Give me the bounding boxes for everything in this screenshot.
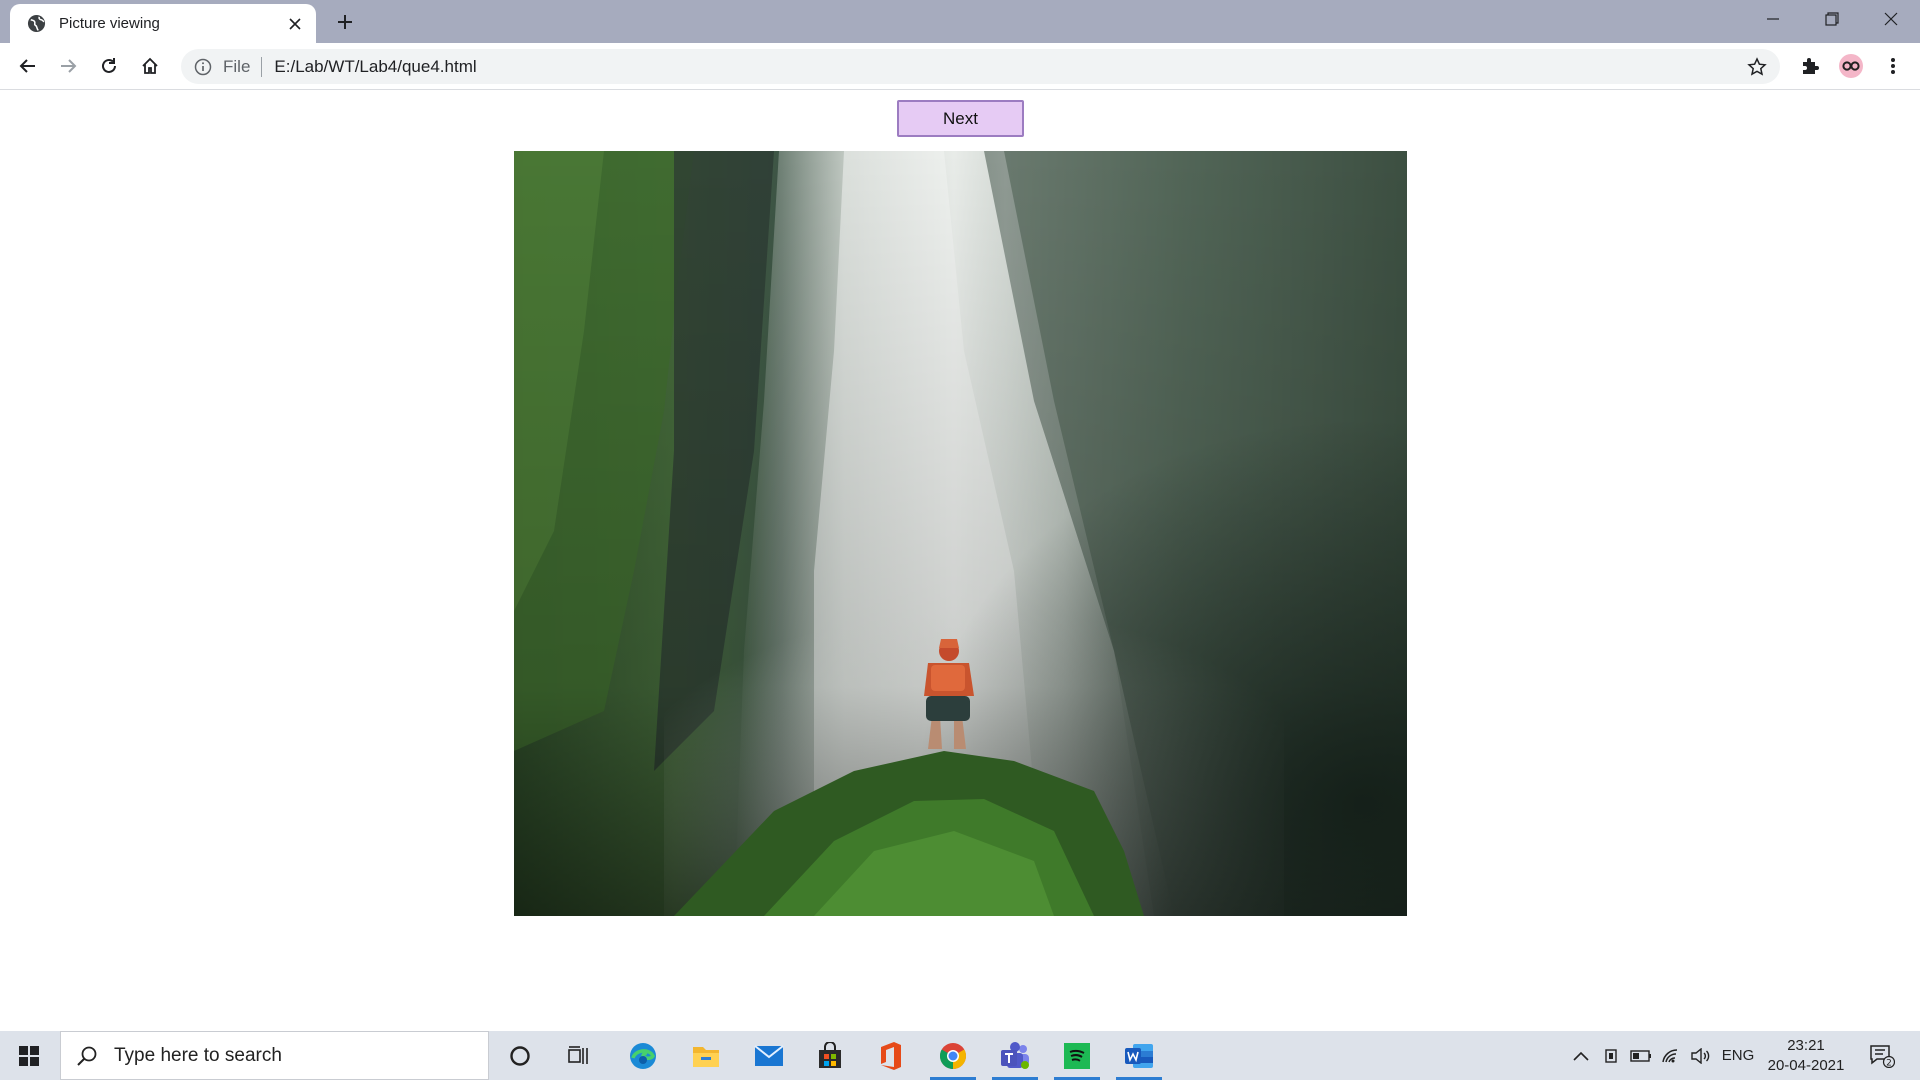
word-app[interactable] — [1110, 1031, 1168, 1080]
store-app[interactable] — [801, 1031, 859, 1080]
clock-date: 20-04-2021 — [1767, 1057, 1845, 1074]
notification-count: 2 — [1886, 1058, 1892, 1068]
home-icon — [142, 57, 158, 74]
arrow-left-icon — [19, 59, 35, 73]
scheme-chip: File — [223, 56, 251, 76]
wifi-icon — [1662, 1048, 1678, 1062]
clock-time: 23:21 — [1787, 1037, 1825, 1054]
clock[interactable]: 23:21 20-04-2021 — [1762, 1036, 1850, 1076]
url-text[interactable]: E:/Lab/WT/Lab4/que4.html — [274, 57, 1740, 77]
info-icon[interactable] — [193, 57, 213, 77]
task-view-icon — [568, 1045, 588, 1064]
minimize-icon — [1767, 18, 1779, 20]
minimize-button[interactable] — [1744, 0, 1802, 38]
waterfall-photo — [514, 151, 1407, 916]
search-placeholder: Type here to search — [114, 1044, 282, 1066]
start-button[interactable] — [0, 1031, 58, 1080]
office-icon — [881, 1041, 901, 1070]
battery-icon — [1630, 1049, 1651, 1062]
input-language[interactable]: ENG — [1718, 1031, 1758, 1080]
spotify-icon — [1064, 1042, 1090, 1069]
search-icon — [74, 1043, 100, 1069]
profile-avatar[interactable] — [1835, 50, 1867, 82]
next-button[interactable]: Next — [897, 100, 1024, 137]
wifi-button[interactable] — [1658, 1031, 1684, 1080]
puzzle-icon — [1803, 58, 1819, 74]
bookmark-star-icon[interactable] — [1740, 50, 1774, 84]
teams-app[interactable] — [986, 1031, 1044, 1080]
edge-icon — [630, 1042, 656, 1069]
browser-tab[interactable]: Picture viewing — [10, 4, 316, 43]
restore-button[interactable] — [1803, 0, 1861, 38]
restore-icon — [1825, 12, 1839, 26]
file-explorer-app[interactable] — [677, 1031, 735, 1080]
word-icon — [1125, 1043, 1153, 1068]
folder-icon — [693, 1046, 719, 1067]
omnibox-divider — [261, 56, 263, 77]
cortana-button[interactable] — [491, 1031, 549, 1080]
address-bar[interactable]: File E:/Lab/WT/Lab4/que4.html — [181, 49, 1780, 84]
chrome-app[interactable] — [924, 1031, 982, 1080]
mail-icon — [754, 1044, 784, 1066]
tray-device-button[interactable] — [1598, 1031, 1624, 1080]
browser-menu-button[interactable] — [1877, 50, 1909, 82]
forward-button[interactable] — [52, 50, 84, 82]
globe-icon — [27, 14, 46, 33]
reload-button[interactable] — [93, 50, 125, 82]
chrome-icon — [939, 1042, 967, 1069]
windows-logo-icon — [19, 1045, 39, 1066]
close-window-button[interactable] — [1862, 0, 1920, 38]
task-view-button[interactable] — [550, 1031, 608, 1080]
teams-icon — [1001, 1041, 1029, 1069]
close-icon — [1884, 12, 1898, 26]
back-button[interactable] — [12, 50, 44, 82]
spotify-app[interactable] — [1048, 1031, 1106, 1080]
page-viewport: Next — [0, 90, 1920, 1031]
mail-app[interactable] — [740, 1031, 798, 1080]
battery-button[interactable] — [1628, 1031, 1654, 1080]
edge-app[interactable] — [614, 1031, 672, 1080]
device-icon — [1605, 1048, 1617, 1063]
browser-titlebar: Picture viewing — [0, 0, 1920, 43]
action-center-button[interactable]: 2 — [1862, 1031, 1902, 1080]
notification-icon: 2 — [1870, 1044, 1895, 1068]
volume-button[interactable] — [1688, 1031, 1714, 1080]
taskbar-search-box[interactable]: Type here to search — [60, 1031, 489, 1080]
store-bag-icon — [819, 1041, 841, 1068]
tab-close-icon[interactable] — [280, 9, 310, 39]
windows-taskbar: Type here to search ENG 23:21 20-04-2021… — [0, 1031, 1920, 1080]
office-app[interactable] — [862, 1031, 920, 1080]
new-tab-button[interactable] — [330, 7, 360, 37]
chevron-up-icon — [1573, 1051, 1589, 1061]
tab-title: Picture viewing — [59, 15, 160, 32]
speaker-icon — [1691, 1047, 1710, 1064]
extensions-button[interactable] — [1794, 50, 1826, 82]
avatar-icon — [1839, 54, 1863, 78]
kebab-menu-icon — [1891, 58, 1895, 74]
browser-toolbar: File E:/Lab/WT/Lab4/que4.html — [0, 43, 1920, 90]
reload-icon — [102, 58, 116, 73]
arrow-right-icon — [61, 59, 77, 73]
home-button[interactable] — [134, 50, 166, 82]
cortana-icon — [510, 1045, 530, 1066]
show-hidden-icons-button[interactable] — [1568, 1031, 1594, 1080]
plus-icon — [338, 15, 352, 29]
